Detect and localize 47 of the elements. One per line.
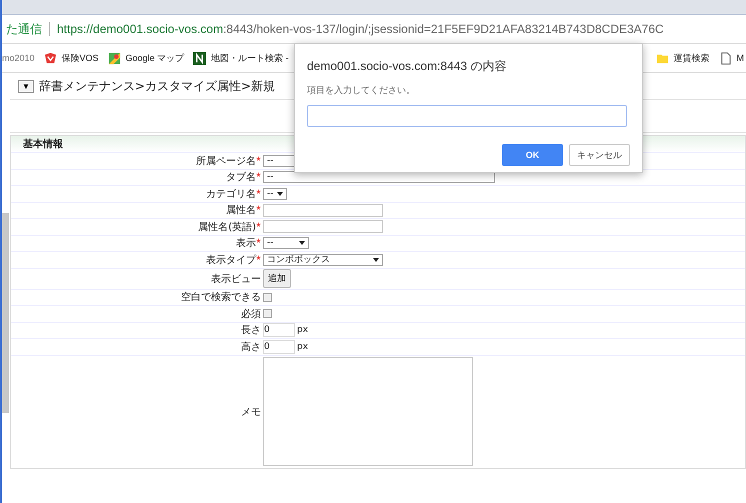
checkbox[interactable] (263, 292, 272, 302)
field-label: カテゴリ名 (206, 188, 256, 201)
scrollbar[interactable] (2, 213, 9, 413)
section-title: 基本情報 (23, 138, 63, 151)
url-field[interactable]: https://demo001.socio-vos.com:8443/hoken-vos-137/login/;jsessionid=21F5EF9D21AFA83214B743D8CDE3A76C (57, 22, 664, 36)
unit-label: px (297, 342, 308, 352)
text-field[interactable] (263, 204, 383, 217)
n-logo-icon (193, 52, 206, 64)
bookmark-link[interactable]: 運賃検索 (674, 52, 710, 64)
bookmark-link[interactable]: 地図・ルート検索 - (211, 52, 289, 64)
field-label: メモ (241, 406, 261, 418)
cancel-button[interactable]: キャンセル (569, 144, 630, 166)
dropdown[interactable]: コンボボックス (263, 254, 383, 266)
prompt-input[interactable] (307, 105, 627, 127)
field-label: 属性名 (226, 204, 256, 218)
add-button[interactable]: 追加 (263, 269, 291, 288)
collapse-toggle[interactable]: ▼ (18, 80, 34, 92)
bookmark-link[interactable]: Google マップ (126, 52, 184, 64)
field-label: 長さ (241, 324, 261, 338)
field-label: タブ名 (226, 170, 256, 184)
memo-textarea[interactable] (263, 357, 473, 466)
field-label: 空白で検索できる (181, 290, 261, 304)
field-label: 表示タイプ (206, 254, 256, 267)
bookmark-link[interactable]: mo2010 (2, 53, 35, 63)
field-label: 高さ (241, 340, 261, 354)
checkbox[interactable] (263, 309, 272, 318)
ok-button[interactable]: OK (502, 144, 563, 166)
dropdown[interactable]: -- (263, 188, 287, 200)
dialog-message: 項目を入力してください。 (307, 84, 416, 97)
field-label: 必須 (241, 308, 261, 321)
security-label: た通信 (6, 20, 42, 38)
page-icon (718, 52, 732, 64)
field-label: 属性名(英語) (198, 220, 256, 234)
dialog-title: demo001.socio-vos.com:8443 の内容 (307, 58, 508, 75)
field-label: 所属ページ名 (196, 154, 256, 168)
bookmark-link[interactable]: 保険VOS (62, 52, 99, 64)
unit-label: px (297, 325, 308, 336)
breadcrumb: 辞書メンテナンス>カスタマイズ属性>新規 (38, 78, 276, 94)
bookmark-link[interactable]: M (736, 53, 744, 63)
map-icon (108, 52, 121, 64)
logo-icon (44, 52, 57, 64)
field-label: 表示ビュー (211, 272, 261, 286)
number-field[interactable]: 0 (263, 340, 295, 354)
dropdown[interactable]: -- (263, 237, 309, 250)
number-field[interactable]: 0 (263, 323, 295, 338)
field-label: 表示 (236, 236, 256, 250)
text-field[interactable] (263, 220, 383, 234)
